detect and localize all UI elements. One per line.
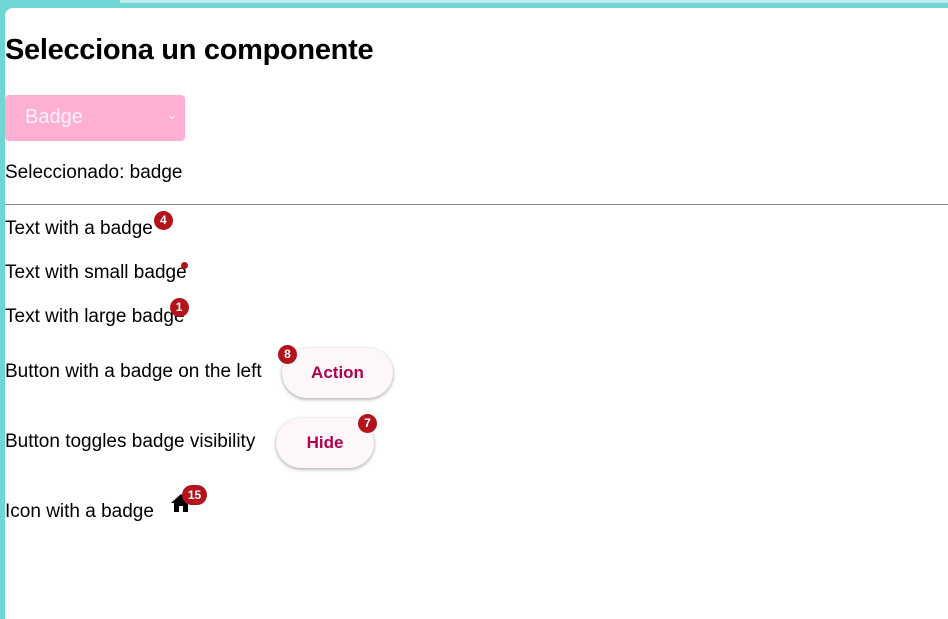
icon-badge-example: Icon with a badge [5, 501, 154, 523]
component-select-value: Badge [25, 106, 83, 128]
large-badge-example: Text with large badge 1 [5, 298, 189, 328]
component-gallery: Selecciona un componente Badge ⌄ Selecci… [5, 8, 948, 619]
small-badge-example: Text with small badge [5, 262, 188, 284]
window-top-band [120, 0, 948, 3]
button-toggle-badge-label: Button toggles badge visibility [5, 431, 256, 452]
text-badge-label: Text with a badge [5, 218, 153, 239]
icon-count-badge: 15 [182, 485, 207, 505]
selection-status: Seleccionado: badge [5, 162, 183, 183]
large-badge-label: Text with large badge [5, 306, 185, 327]
action-badge: 8 [278, 345, 297, 364]
action-button[interactable]: Action [282, 348, 393, 398]
button-left-badge-label: Button with a badge on the left [5, 361, 262, 382]
text-badge-example: Text with a badge 4 [5, 211, 173, 240]
icon-badge-label: Icon with a badge [5, 501, 154, 522]
chevron-down-icon: ⌄ [166, 107, 178, 122]
small-badge-label: Text with small badge [5, 262, 187, 283]
dot-badge [180, 262, 188, 269]
hide-badge: 7 [358, 414, 377, 433]
count-badge: 4 [153, 211, 173, 230]
count-badge: 1 [169, 298, 189, 317]
button-left-badge-example: Button with a badge on the left [5, 361, 262, 383]
component-select[interactable]: Badge ⌄ [5, 95, 185, 141]
page-title: Selecciona un componente [5, 34, 374, 66]
button-toggle-badge-example: Button toggles badge visibility [5, 431, 255, 453]
section-divider [5, 204, 948, 205]
